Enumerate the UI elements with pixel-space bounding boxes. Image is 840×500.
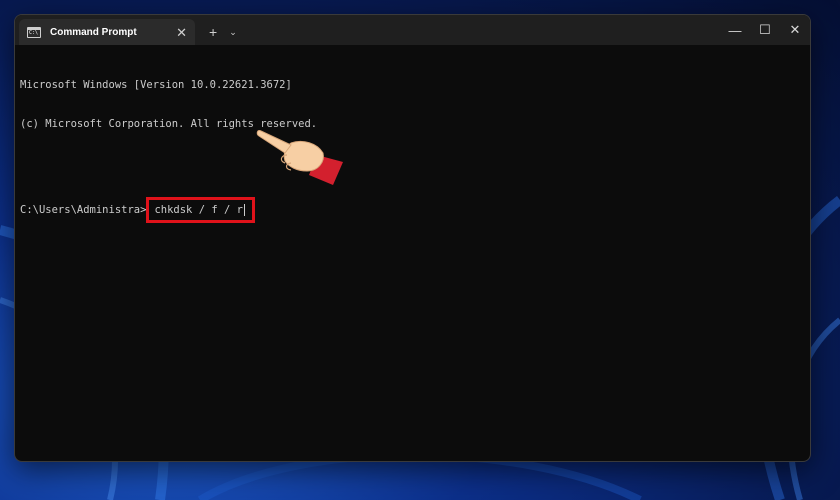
console-output[interactable]: Microsoft Windows [Version 10.0.22621.36…	[15, 45, 810, 257]
prompt-path: C:\Users\Administra>	[20, 203, 147, 216]
command-input[interactable]: chkdsk / f / r	[154, 204, 243, 216]
version-line: Microsoft Windows [Version 10.0.22621.36…	[20, 79, 292, 91]
title-bar[interactable]: C:\ Command Prompt ✕ + ⌄ — ☐ ✕	[15, 15, 810, 45]
tab-title: Command Prompt	[50, 26, 137, 38]
chevron-down-icon[interactable]: ⌄	[229, 27, 237, 38]
new-tab-button[interactable]: +	[209, 24, 217, 40]
command-highlight-box: chkdsk / f / r	[146, 197, 255, 223]
prompt-line: C:\Users\Administra> chkdsk / f / r	[20, 197, 805, 223]
text-cursor	[243, 204, 245, 216]
command-prompt-window: C:\ Command Prompt ✕ + ⌄ — ☐ ✕ Microsoft…	[14, 14, 811, 462]
window-controls: — ☐ ✕	[720, 15, 810, 45]
close-window-button[interactable]: ✕	[780, 22, 810, 38]
tab-command-prompt[interactable]: C:\ Command Prompt ✕	[19, 19, 195, 45]
minimize-button[interactable]: —	[720, 23, 750, 38]
pointing-hand-icon	[256, 130, 343, 185]
maximize-button[interactable]: ☐	[750, 22, 780, 38]
close-tab-icon[interactable]: ✕	[176, 26, 187, 39]
cmd-icon: C:\	[27, 26, 41, 38]
copyright-line: (c) Microsoft Corporation. All rights re…	[20, 118, 318, 130]
index-finger	[256, 130, 292, 154]
